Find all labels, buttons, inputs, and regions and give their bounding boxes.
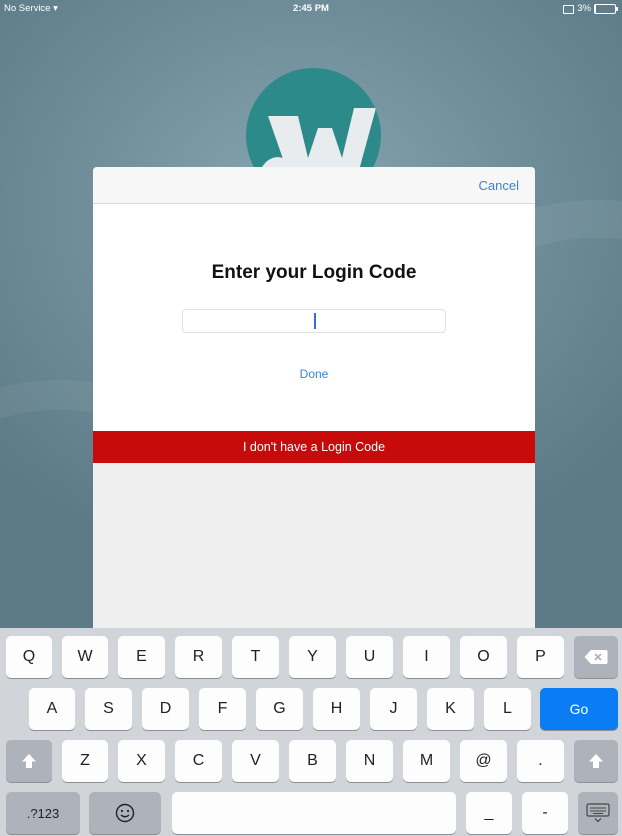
battery-fill <box>595 5 596 13</box>
backspace-icon <box>584 650 608 664</box>
key-a[interactable]: A <box>29 688 75 730</box>
key-underscore[interactable]: _ <box>466 792 512 834</box>
key-c[interactable]: C <box>175 740 222 782</box>
status-time: 2:45 PM <box>293 3 329 14</box>
go-key[interactable]: Go <box>540 688 618 730</box>
key-i[interactable]: I <box>403 636 450 678</box>
login-code-modal: Cancel Enter your Login Code Done I don'… <box>93 167 535 637</box>
key-o[interactable]: O <box>460 636 507 678</box>
on-screen-keyboard: Q W E R T Y U I O P A S D F G H J K L Go… <box>0 628 622 836</box>
screen-mirror-icon <box>563 4 575 14</box>
key-u[interactable]: U <box>346 636 393 678</box>
key-y[interactable]: Y <box>289 636 336 678</box>
login-code-input[interactable] <box>182 309 446 333</box>
modal-body: Enter your Login Code Done <box>93 204 535 431</box>
shift-key-right[interactable] <box>574 740 618 782</box>
key-e[interactable]: E <box>118 636 165 678</box>
key-k[interactable]: K <box>427 688 474 730</box>
text-caret <box>314 313 316 329</box>
shift-arrow-icon <box>589 754 603 768</box>
numbers-key[interactable]: .?123 <box>6 792 80 834</box>
key-x[interactable]: X <box>118 740 165 782</box>
battery-percent: 3% <box>577 3 591 14</box>
key-dash[interactable]: - <box>522 792 568 834</box>
cancel-button[interactable]: Cancel <box>479 178 519 193</box>
key-t[interactable]: T <box>232 636 279 678</box>
key-w[interactable]: W <box>62 636 108 678</box>
key-at[interactable]: @ <box>460 740 507 782</box>
key-z[interactable]: Z <box>62 740 108 782</box>
key-p[interactable]: P <box>517 636 564 678</box>
key-f[interactable]: F <box>199 688 246 730</box>
key-d[interactable]: D <box>142 688 189 730</box>
shift-arrow-icon <box>22 754 36 768</box>
key-l[interactable]: L <box>484 688 531 730</box>
page-title: Enter your Login Code <box>211 262 417 283</box>
emoji-key[interactable] <box>89 792 161 834</box>
key-q[interactable]: Q <box>6 636 52 678</box>
status-bar: No Service ▾ 2:45 PM 3% <box>0 0 622 18</box>
keyboard-dismiss-icon <box>586 803 610 823</box>
status-battery: 3% <box>563 0 618 18</box>
key-b[interactable]: B <box>289 740 336 782</box>
key-v[interactable]: V <box>232 740 279 782</box>
key-s[interactable]: S <box>85 688 132 730</box>
done-button[interactable]: Done <box>93 367 535 381</box>
battery-icon <box>594 4 618 14</box>
key-m[interactable]: M <box>403 740 450 782</box>
key-h[interactable]: H <box>313 688 360 730</box>
modal-header: Cancel <box>93 167 535 204</box>
shift-key-left[interactable] <box>6 740 52 782</box>
space-key[interactable] <box>172 792 456 834</box>
smiley-icon <box>115 803 135 823</box>
keyboard-dismiss-key[interactable] <box>578 792 618 834</box>
key-n[interactable]: N <box>346 740 393 782</box>
backspace-key[interactable] <box>574 636 618 678</box>
key-j[interactable]: J <box>370 688 417 730</box>
no-login-code-button[interactable]: I don't have a Login Code <box>93 431 535 463</box>
key-r[interactable]: R <box>175 636 222 678</box>
key-g[interactable]: G <box>256 688 303 730</box>
key-period[interactable]: . <box>517 740 564 782</box>
